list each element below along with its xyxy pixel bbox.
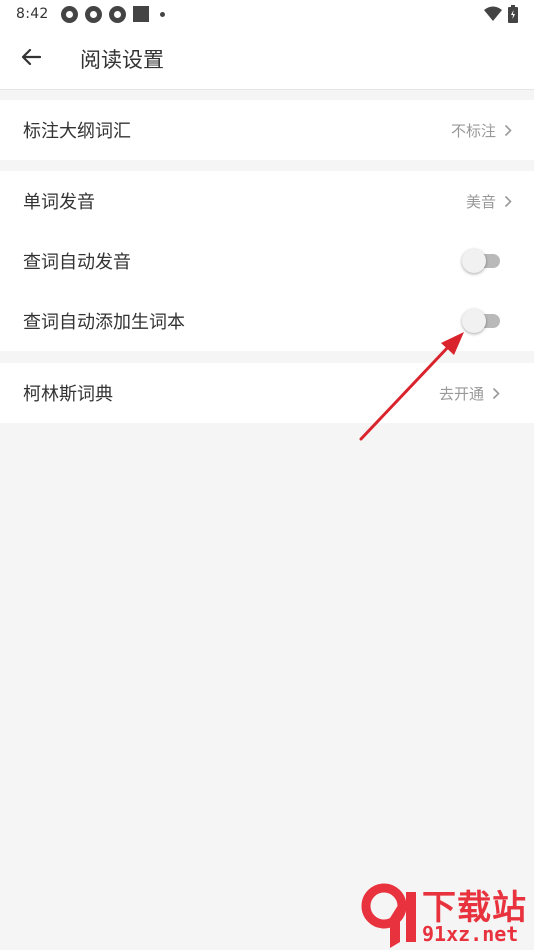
notification-icons: [60, 5, 165, 23]
app-notification-icon: [60, 5, 78, 23]
battery-icon: [508, 5, 518, 23]
chevron-right-icon: [504, 195, 512, 208]
status-time: 8:42: [16, 6, 49, 22]
page-title: 阅读设置: [80, 47, 164, 72]
wifi-icon: [484, 6, 502, 22]
word-pronunciation-row[interactable]: 单词发音 美音: [0, 171, 534, 231]
settings-group-dictionary: 柯林斯词典 去开通: [0, 363, 534, 423]
toggle-thumb: [462, 249, 486, 273]
outline-vocab-label: 标注大纲词汇: [23, 121, 131, 142]
outline-vocab-row[interactable]: 标注大纲词汇 不标注: [0, 100, 534, 160]
app-bar: 阅读设置: [0, 28, 534, 90]
app-notification-icon: [84, 5, 102, 23]
dot-icon: [159, 11, 165, 17]
settings-group-outline: 标注大纲词汇 不标注: [0, 100, 534, 160]
auto-add-wordbook-label: 查词自动添加生词本: [23, 312, 185, 333]
auto-pronounce-toggle[interactable]: [462, 249, 500, 273]
back-button[interactable]: [0, 28, 62, 90]
status-bar: 8:42: [0, 0, 534, 28]
toggle-thumb: [462, 309, 486, 333]
collins-dictionary-label: 柯林斯词典: [23, 384, 113, 405]
auto-add-wordbook-row: 查词自动添加生词本: [0, 291, 534, 351]
watermark: 下载站 91xz.net: [360, 878, 530, 950]
settings-group-pronunciation: 单词发音 美音 查词自动发音 查词自动添加生词本: [0, 171, 534, 351]
arrow-left-icon: [21, 48, 42, 70]
app-notification-icon: [108, 5, 126, 23]
collins-dictionary-value: 去开通: [438, 384, 484, 403]
chevron-right-icon: [504, 124, 512, 137]
outline-vocab-value: 不标注: [450, 121, 496, 140]
word-pronunciation-value: 美音: [465, 192, 496, 211]
word-pronunciation-label: 单词发音: [23, 192, 95, 213]
square-icon: [132, 6, 149, 22]
auto-pronounce-row: 查词自动发音: [0, 231, 534, 291]
watermark-url: 91xz.net: [422, 922, 519, 946]
auto-pronounce-label: 查词自动发音: [23, 252, 131, 273]
chevron-right-icon: [492, 387, 500, 400]
collins-dictionary-row[interactable]: 柯林斯词典 去开通: [0, 363, 534, 423]
watermark-logo-icon: [361, 883, 416, 948]
auto-add-wordbook-toggle[interactable]: [462, 309, 500, 333]
